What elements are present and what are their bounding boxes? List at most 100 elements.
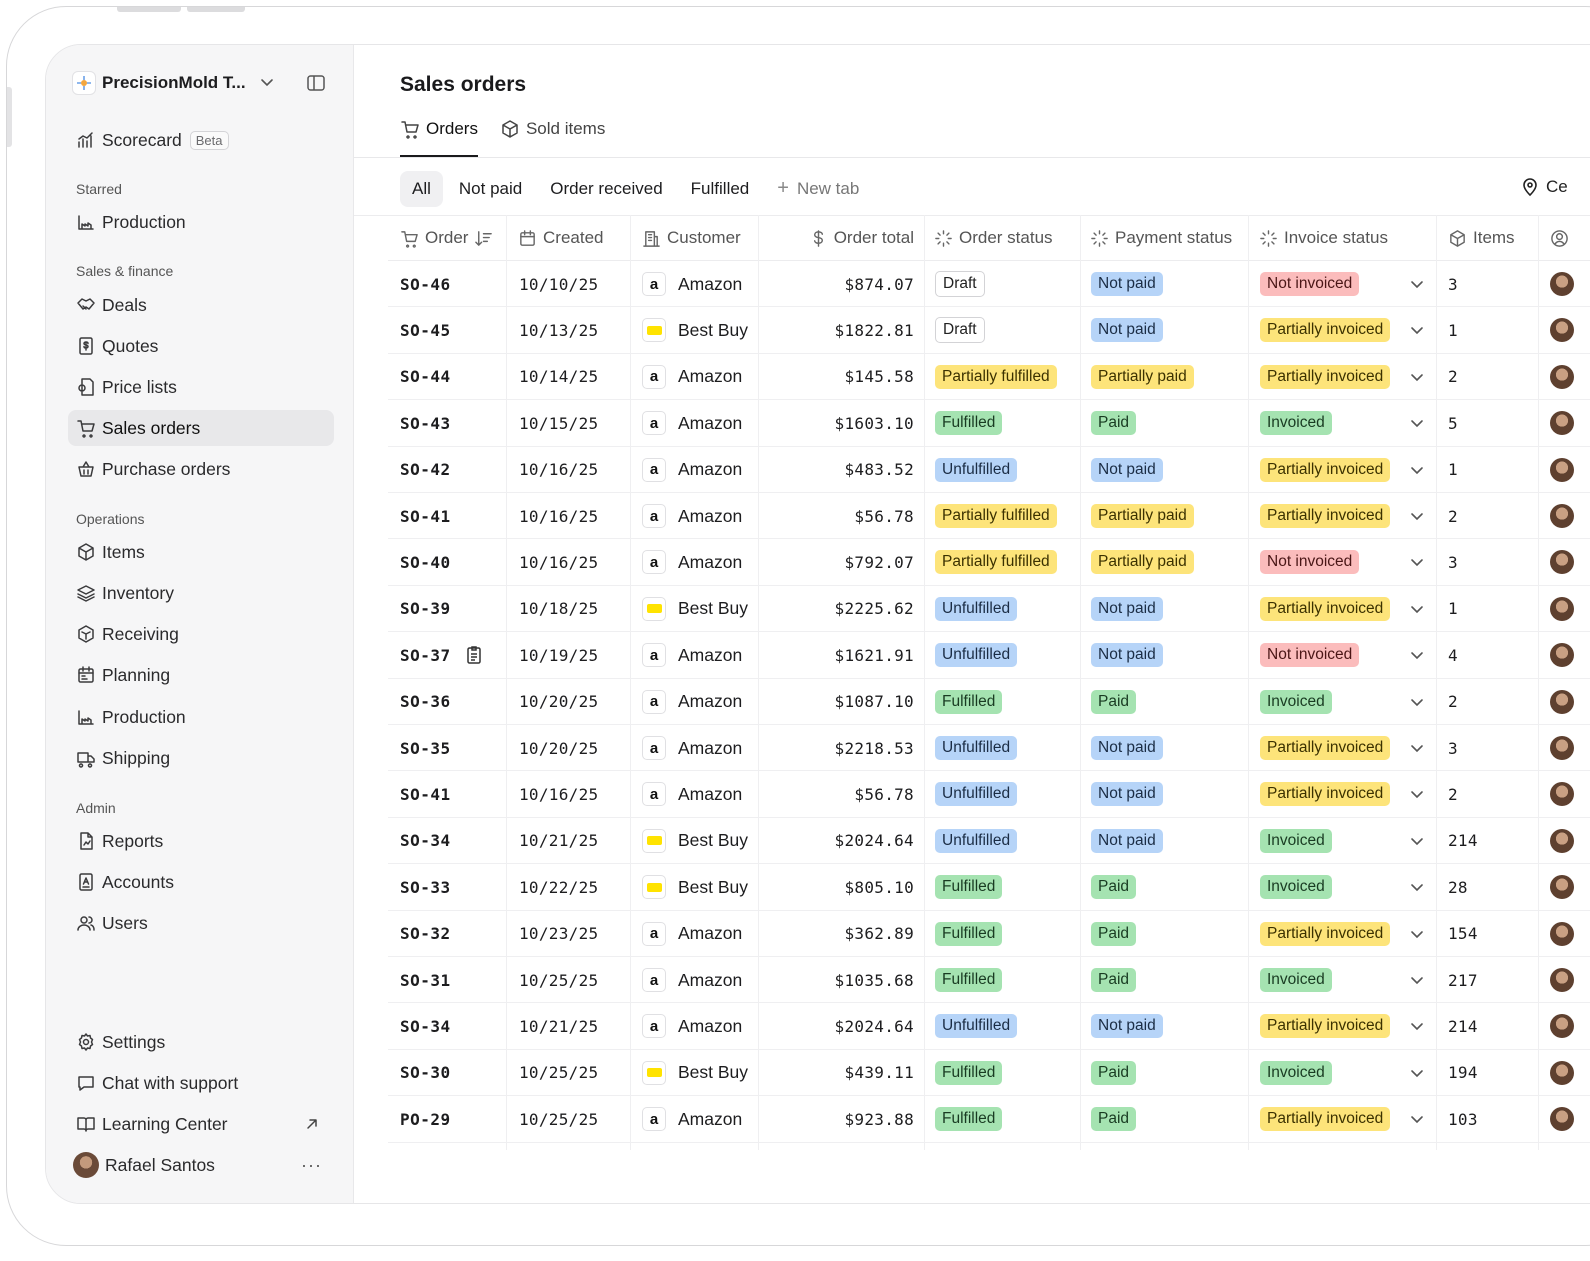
order-id-cell[interactable]: SO-34	[400, 818, 451, 864]
payment-status-cell[interactable]: Not paid	[1091, 261, 1163, 307]
filter-all[interactable]: All	[400, 170, 443, 207]
invoice-status-cell[interactable]: Partially invoiced	[1260, 447, 1391, 493]
order-id-cell[interactable]: SO-33	[400, 864, 451, 910]
order-id[interactable]: SO-41	[400, 785, 451, 804]
order-id-cell[interactable]: SO-43	[400, 400, 451, 446]
note-icon[interactable]	[465, 645, 483, 665]
table-row[interactable]: SO-39 10/18/25 Best Buy $2225.62 Unfulfilled…	[388, 586, 1590, 633]
order-id-cell[interactable]: PO-29	[400, 1096, 451, 1142]
order-id-cell[interactable]: SO-36	[400, 679, 451, 725]
invoice-status-cell[interactable]: Invoiced	[1260, 400, 1332, 446]
chevron-down-icon[interactable]	[1409, 1065, 1425, 1081]
sidebar-item-price-lists[interactable]: Price lists	[68, 369, 334, 405]
customer-cell[interactable]: Best Buy	[642, 307, 748, 353]
workspace-name[interactable]: PrecisionMold T...	[102, 73, 246, 93]
sidebar-item-production[interactable]: Production	[68, 699, 334, 735]
invoice-status-cell[interactable]: Not invoiced	[1260, 261, 1360, 307]
order-id[interactable]: SO-40	[400, 553, 451, 572]
table-row[interactable]: SO-46 10/10/25 a Amazon $874.07 Draft Not paid…	[388, 261, 1590, 308]
payment-status-cell[interactable]: Not paid	[1091, 818, 1163, 864]
sidebar-item-planning[interactable]: Planning	[68, 657, 334, 693]
sidebar-item-inventory[interactable]: Inventory	[68, 575, 334, 611]
column-header-owner[interactable]	[1550, 215, 1575, 261]
column-header-customer[interactable]: Customer	[642, 215, 741, 261]
owner-cell[interactable]	[1550, 725, 1574, 771]
chevron-down-icon[interactable]	[1409, 647, 1425, 663]
new-tab-button[interactable]: + New tab	[765, 169, 871, 208]
customer-cell[interactable]: a Amazon	[642, 354, 742, 400]
chevron-down-icon[interactable]	[1409, 926, 1425, 942]
order-status-cell[interactable]: Unfulfilled	[935, 447, 1018, 493]
invoice-status-cell[interactable]: Partially invoiced	[1260, 725, 1391, 771]
chevron-down-icon[interactable]	[1409, 1111, 1425, 1127]
chevron-down-icon[interactable]	[1409, 415, 1425, 431]
column-header-invoice-status[interactable]: Invoice status	[1259, 215, 1388, 261]
owner-cell[interactable]	[1550, 632, 1574, 678]
column-header-order-status[interactable]: Order status	[934, 215, 1053, 261]
table-row[interactable]: SO-35 10/20/25 a Amazon $2218.53 Unfulfilled N…	[388, 725, 1590, 772]
payment-status-cell[interactable]: Paid	[1091, 679, 1137, 725]
table-row[interactable]: SO-44 10/14/25 a Amazon $145.58 Partially ful…	[388, 354, 1590, 401]
order-id[interactable]: SO-46	[400, 275, 451, 294]
sidebar-item-deals[interactable]: Deals	[68, 287, 334, 323]
customer-cell[interactable]: a Amazon	[642, 771, 742, 817]
sidebar-item-sales-orders[interactable]: Sales orders	[68, 410, 334, 446]
table-row[interactable]: SO-43 10/15/25 a Amazon $1603.10 Fulfilled Pai…	[388, 400, 1590, 447]
owner-cell[interactable]	[1550, 539, 1574, 585]
order-id[interactable]: SO-34	[400, 831, 451, 850]
sidebar-toggle-icon[interactable]	[306, 73, 326, 93]
customer-cell[interactable]: Best Buy	[642, 1050, 748, 1096]
customer-cell[interactable]: a Amazon	[642, 539, 742, 585]
invoice-status-cell[interactable]: Not invoiced	[1260, 539, 1360, 585]
tab-orders[interactable]: Orders	[400, 119, 478, 157]
column-header-items[interactable]: Items	[1448, 215, 1515, 261]
sidebar-item-shipping[interactable]: Shipping	[68, 740, 334, 776]
owner-cell[interactable]	[1550, 447, 1574, 493]
order-id[interactable]: SO-32	[400, 924, 451, 943]
customer-cell[interactable]: a Amazon	[642, 493, 742, 539]
order-id[interactable]: SO-37	[400, 646, 451, 665]
owner-cell[interactable]	[1550, 1096, 1574, 1142]
customer-cell[interactable]: a Amazon	[642, 400, 742, 446]
sidebar-item-support[interactable]: Chat with support	[68, 1065, 334, 1101]
chevron-down-icon[interactable]	[258, 73, 276, 91]
order-status-cell[interactable]: Fulfilled	[935, 1096, 1003, 1142]
payment-status-cell[interactable]: Paid	[1091, 1096, 1137, 1142]
table-row[interactable]: SO-42 10/16/25 a Amazon $483.52 Unfulfilled No…	[388, 447, 1590, 493]
order-id-cell[interactable]: SO-44	[400, 354, 451, 400]
order-status-cell[interactable]: Fulfilled	[935, 1050, 1003, 1096]
owner-cell[interactable]	[1550, 586, 1574, 632]
chevron-down-icon[interactable]	[1409, 508, 1425, 524]
filter-order-received[interactable]: Order received	[538, 171, 674, 207]
invoice-status-cell[interactable]: Invoiced	[1260, 818, 1332, 864]
order-status-cell[interactable]: Unfulfilled	[935, 1003, 1018, 1049]
order-id-cell[interactable]: SO-35	[400, 725, 451, 771]
table-row[interactable]: SO-41 10/16/25 a Amazon $56.78 Unfulfilled Not…	[388, 771, 1590, 818]
owner-cell[interactable]	[1550, 957, 1574, 1003]
chevron-down-icon[interactable]	[1409, 972, 1425, 988]
order-id[interactable]: SO-39	[400, 599, 451, 618]
payment-status-cell[interactable]: Not paid	[1091, 632, 1163, 678]
chevron-down-icon[interactable]	[1409, 554, 1425, 570]
payment-status-cell[interactable]: Partially paid	[1091, 354, 1194, 400]
order-id[interactable]: SO-31	[400, 971, 451, 990]
order-status-cell[interactable]: Unfulfilled	[935, 586, 1018, 632]
table-row[interactable]: SO-30 10/25/25 Best Buy $439.11 Fulfilled Pai…	[388, 1050, 1590, 1097]
order-id[interactable]: SO-42	[400, 460, 451, 479]
table-row[interactable]: SO-34 10/21/25 Best Buy $2024.64 Unfulfilled…	[388, 818, 1590, 865]
order-id-cell[interactable]: SO-32	[400, 911, 451, 957]
order-status-cell[interactable]: Partially fulfilled	[935, 539, 1057, 585]
chevron-down-icon[interactable]	[1409, 694, 1425, 710]
order-status-cell[interactable]: Fulfilled	[935, 679, 1003, 725]
payment-status-cell[interactable]: Not paid	[1091, 447, 1163, 493]
order-status-cell[interactable]: Fulfilled	[935, 911, 1003, 957]
payment-status-cell[interactable]: Paid	[1091, 400, 1137, 446]
customer-cell[interactable]: a Amazon	[642, 261, 742, 307]
owner-cell[interactable]	[1550, 400, 1574, 446]
chevron-down-icon[interactable]	[1409, 786, 1425, 802]
order-id-cell[interactable]: SO-31	[400, 957, 451, 1003]
workspace-logo-icon[interactable]	[72, 71, 96, 95]
order-id-cell[interactable]: SO-39	[400, 586, 451, 632]
table-row[interactable]: PO-29 10/25/25 a Amazon $923.88 Fulfilled Paid…	[388, 1096, 1590, 1143]
chevron-down-icon[interactable]	[1409, 322, 1425, 338]
